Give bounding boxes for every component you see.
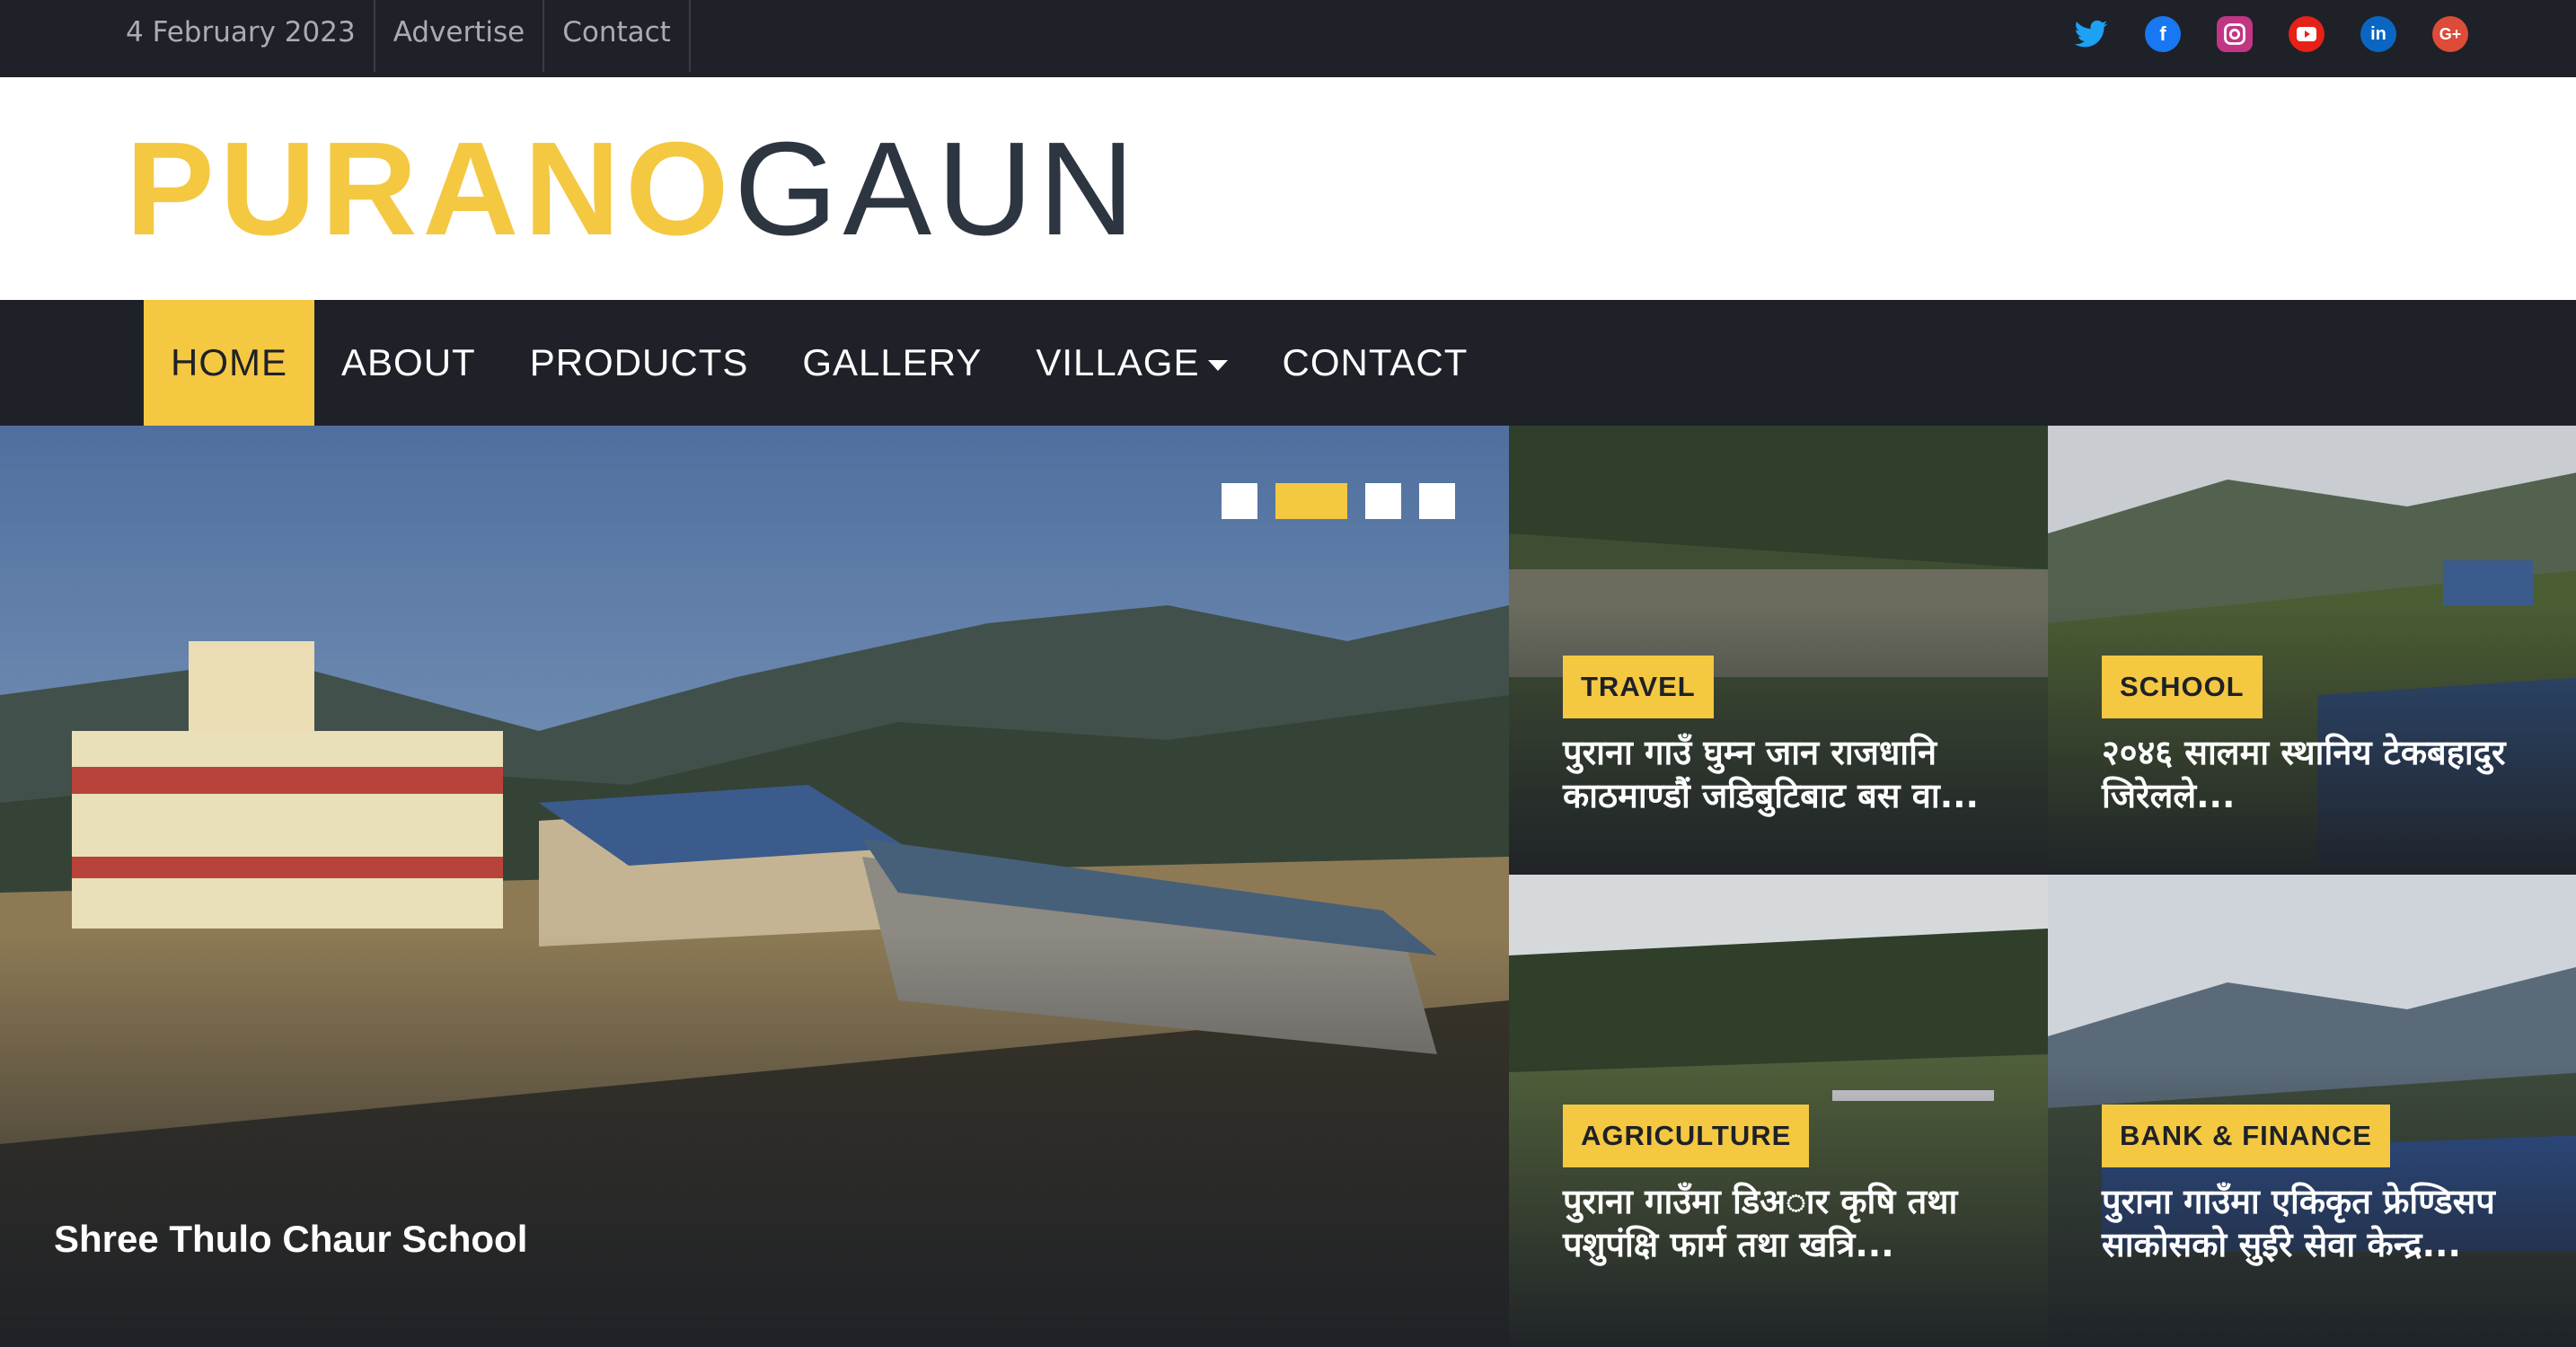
nav-gallery[interactable]: GALLERY xyxy=(775,300,1009,426)
advertise-link[interactable]: Advertise xyxy=(375,0,545,72)
google-plus-icon[interactable]: G+ xyxy=(2432,16,2468,52)
logo-part-1: PURANO xyxy=(126,115,735,263)
article-title[interactable]: पुराना गाउँ घुम्न जान राजधानि काठमाण्डौं… xyxy=(1563,731,2030,817)
nav-about[interactable]: ABOUT xyxy=(314,300,503,426)
main-navigation: HOME ABOUT PRODUCTS GALLERY VILLAGE CONT… xyxy=(0,300,2576,426)
header-brand: PURANOGAUN xyxy=(0,77,2576,300)
contact-link[interactable]: Contact xyxy=(544,0,691,72)
nav-village-label: VILLAGE xyxy=(1036,341,1200,383)
site-logo[interactable]: PURANOGAUN xyxy=(126,113,1140,266)
facebook-icon[interactable]: f xyxy=(2145,16,2181,52)
article-title[interactable]: पुराना गाउँमा डिअार कृषि तथा पशुपंक्षि फ… xyxy=(1563,1180,2030,1266)
category-badge[interactable]: AGRICULTURE xyxy=(1563,1105,1810,1167)
nav-home[interactable]: HOME xyxy=(144,300,314,426)
social-links: f in G+ xyxy=(2073,16,2468,52)
linkedin-icon[interactable]: in xyxy=(2360,16,2396,52)
category-badge[interactable]: BANK & FINANCE xyxy=(2102,1105,2390,1167)
slide-dot-1[interactable] xyxy=(1222,483,1257,519)
article-title[interactable]: २०४६ सालमा स्थानिय टेकबहादुर जिरेलले... xyxy=(2102,731,2569,817)
slide-dot-2[interactable] xyxy=(1275,483,1347,519)
article-card-school[interactable]: SCHOOL २०४६ सालमा स्थानिय टेकबहादुर जिरे… xyxy=(2048,426,2576,875)
chevron-down-icon xyxy=(1208,359,1229,371)
hero-image xyxy=(0,426,1509,1347)
instagram-icon[interactable] xyxy=(2217,16,2253,52)
top-links: 4 February 2023 Advertise Contact xyxy=(126,0,691,72)
article-title[interactable]: पुराना गाउँमा एकिकृत फ्रेण्डिसप साकोसको … xyxy=(2102,1180,2569,1266)
current-date: 4 February 2023 xyxy=(126,0,375,72)
category-badge[interactable]: SCHOOL xyxy=(2102,656,2263,718)
slide-dot-4[interactable] xyxy=(1419,483,1455,519)
hero-slider[interactable]: Shree Thulo Chaur School xyxy=(0,426,1509,1347)
twitter-icon[interactable] xyxy=(2073,16,2109,52)
category-badge[interactable]: TRAVEL xyxy=(1563,656,1714,718)
youtube-icon[interactable] xyxy=(2289,16,2325,52)
nav-contact[interactable]: CONTACT xyxy=(1255,300,1495,426)
slider-indicators xyxy=(1222,483,1455,519)
top-bar: 4 February 2023 Advertise Contact f in G… xyxy=(0,0,2576,77)
nav-village[interactable]: VILLAGE xyxy=(1009,300,1255,426)
nav-products[interactable]: PRODUCTS xyxy=(503,300,776,426)
slide-dot-3[interactable] xyxy=(1365,483,1401,519)
article-card-travel[interactable]: TRAVEL पुराना गाउँ घुम्न जान राजधानि काठ… xyxy=(1509,426,2048,875)
article-card-agriculture[interactable]: AGRICULTURE पुराना गाउँमा डिअार कृषि तथा… xyxy=(1509,875,2048,1347)
logo-part-2: GAUN xyxy=(734,115,1140,263)
hero-caption[interactable]: Shree Thulo Chaur School xyxy=(54,1218,527,1261)
article-card-bank-finance[interactable]: BANK & FINANCE पुराना गाउँमा एकिकृत फ्रे… xyxy=(2048,875,2576,1347)
